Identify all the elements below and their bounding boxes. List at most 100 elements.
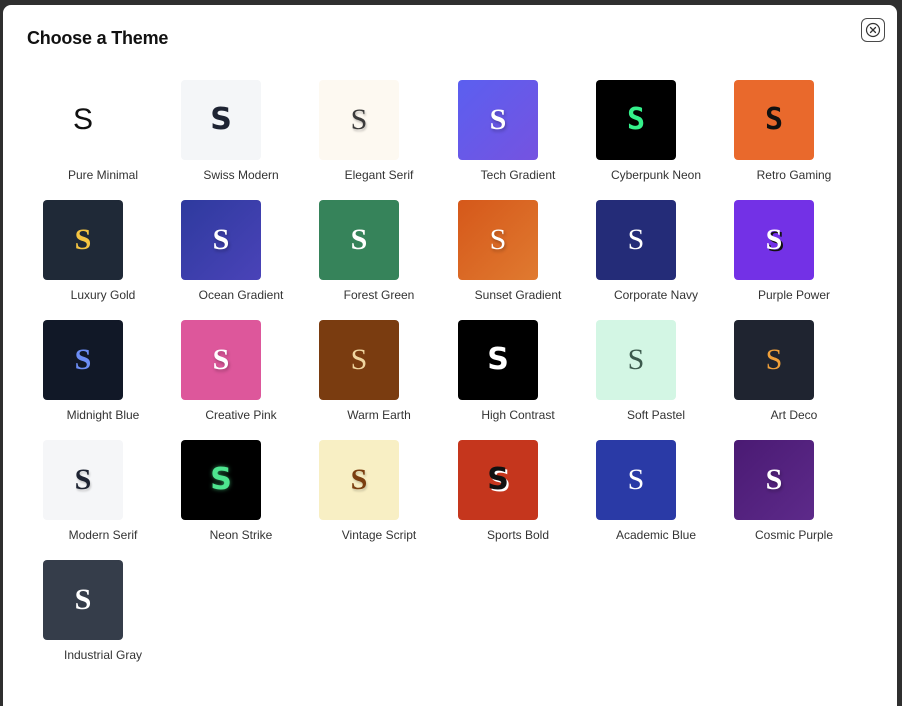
theme-preview-swatch: S — [734, 440, 814, 520]
theme-preview-swatch: S — [458, 440, 538, 520]
theme-option[interactable]: S Cosmic Purple — [724, 440, 864, 550]
theme-name-label: Ocean Gradient — [198, 288, 284, 302]
theme-preview-swatch: S — [458, 200, 538, 280]
theme-option[interactable]: S Art Deco — [724, 320, 864, 430]
theme-preview-letter: S — [72, 103, 93, 136]
theme-preview-swatch: S — [734, 200, 814, 280]
theme-preview-swatch: S — [319, 80, 399, 160]
theme-name-label: Purple Power — [757, 288, 831, 302]
theme-preview-letter: S — [350, 343, 368, 376]
theme-preview-letter: S — [627, 343, 645, 376]
theme-preview-swatch: S — [319, 440, 399, 520]
theme-preview-letter: S — [489, 223, 507, 256]
theme-preview-letter: S — [627, 223, 645, 256]
theme-option[interactable]: S Midnight Blue — [33, 320, 173, 430]
theme-option[interactable]: S Academic Blue — [586, 440, 726, 550]
theme-chooser-dialog: Choose a Theme S Pure Minimal S Swiss Moder… — [3, 5, 897, 706]
theme-name-label: Soft Pastel — [626, 408, 686, 422]
theme-preview-swatch: S — [181, 80, 261, 160]
theme-name-label: Sunset Gradient — [474, 288, 562, 302]
theme-name-label: Swiss Modern — [203, 168, 279, 182]
theme-name-label: Pure Minimal — [67, 168, 139, 182]
theme-name-label: Cyberpunk Neon — [610, 168, 702, 182]
theme-name-label: Neon Strike — [209, 528, 273, 542]
theme-name-label: Sports Bold — [486, 528, 550, 542]
theme-option[interactable]: S Ocean Gradient — [171, 200, 311, 310]
theme-preview-swatch: S — [734, 320, 814, 400]
theme-preview-swatch: S — [43, 440, 123, 520]
theme-preview-letter: S — [74, 223, 92, 256]
theme-name-label: Corporate Navy — [613, 288, 699, 302]
theme-name-label: Cosmic Purple — [754, 528, 834, 542]
theme-preview-swatch: S — [181, 200, 261, 280]
theme-name-label: High Contrast — [481, 408, 555, 422]
theme-option[interactable]: S Warm Earth — [309, 320, 449, 430]
theme-preview-letter: S — [626, 102, 646, 137]
theme-name-label: Industrial Gray — [63, 648, 143, 662]
theme-preview-swatch: S — [596, 200, 676, 280]
close-button[interactable] — [861, 18, 885, 42]
dialog-title: Choose a Theme — [27, 28, 169, 48]
theme-preview-letter: S — [210, 462, 232, 497]
theme-name-label: Retro Gaming — [756, 168, 832, 182]
theme-option[interactable]: S Soft Pastel — [586, 320, 726, 430]
theme-preview-swatch: S — [181, 320, 261, 400]
theme-name-label: Creative Pink — [205, 408, 277, 422]
theme-name-label: Luxury Gold — [70, 288, 136, 302]
theme-preview-swatch: S — [596, 440, 676, 520]
theme-preview-swatch: S — [458, 320, 538, 400]
theme-name-label: Vintage Script — [341, 528, 417, 542]
theme-option[interactable]: S Neon Strike — [171, 440, 311, 550]
theme-preview-letter: S — [765, 223, 783, 256]
theme-option[interactable]: S Pure Minimal — [33, 80, 173, 190]
theme-preview-swatch: S — [596, 80, 676, 160]
theme-option[interactable]: S Tech Gradient — [448, 80, 588, 190]
theme-preview-letter: S — [627, 463, 645, 496]
theme-option[interactable]: S Elegant Serif — [309, 80, 449, 190]
theme-preview-swatch: S — [43, 320, 123, 400]
theme-name-label: Academic Blue — [615, 528, 697, 542]
theme-preview-swatch: S — [43, 200, 123, 280]
theme-option[interactable]: S Swiss Modern — [171, 80, 311, 190]
theme-preview-letter: S — [764, 102, 784, 137]
theme-option[interactable]: S Purple Power — [724, 200, 864, 310]
theme-option[interactable]: S Retro Gaming — [724, 80, 864, 190]
theme-preview-swatch: S — [596, 320, 676, 400]
theme-preview-letter: S — [765, 343, 783, 376]
theme-preview-swatch: S — [319, 320, 399, 400]
theme-preview-swatch: S — [734, 80, 814, 160]
theme-preview-letter: S — [487, 462, 509, 497]
theme-option[interactable]: S Corporate Navy — [586, 200, 726, 310]
theme-preview-letter: S — [350, 463, 368, 496]
theme-preview-letter: S — [74, 463, 92, 496]
theme-preview-letter: S — [74, 583, 92, 616]
theme-preview-letter: S — [487, 342, 509, 377]
close-icon — [865, 22, 881, 38]
theme-name-label: Midnight Blue — [66, 408, 140, 422]
theme-name-label: Forest Green — [343, 288, 415, 302]
theme-preview-letter: S — [212, 343, 230, 376]
theme-option[interactable]: S Vintage Script — [309, 440, 449, 550]
theme-name-label: Tech Gradient — [480, 168, 556, 182]
theme-option[interactable]: S Modern Serif — [33, 440, 173, 550]
theme-option[interactable]: S Luxury Gold — [33, 200, 173, 310]
theme-preview-swatch: S — [43, 560, 123, 640]
theme-preview-letter: S — [765, 463, 783, 496]
theme-name-label: Modern Serif — [68, 528, 138, 542]
theme-option[interactable]: S High Contrast — [448, 320, 588, 430]
theme-option[interactable]: S Creative Pink — [171, 320, 311, 430]
theme-option[interactable]: S Sunset Gradient — [448, 200, 588, 310]
theme-preview-letter: S — [210, 102, 232, 137]
theme-option[interactable]: S Cyberpunk Neon — [586, 80, 726, 190]
theme-option[interactable]: S Industrial Gray — [33, 560, 173, 670]
theme-option[interactable]: S Forest Green — [309, 200, 449, 310]
theme-option[interactable]: S Sports Bold — [448, 440, 588, 550]
theme-preview-letter: S — [74, 343, 92, 376]
theme-preview-letter: S — [212, 223, 230, 256]
theme-name-label: Art Deco — [770, 408, 818, 422]
theme-preview-letter: S — [350, 103, 368, 136]
theme-preview-swatch: S — [458, 80, 538, 160]
theme-preview-letter: S — [489, 103, 507, 136]
theme-preview-swatch: S — [319, 200, 399, 280]
theme-preview-letter: S — [350, 223, 368, 256]
